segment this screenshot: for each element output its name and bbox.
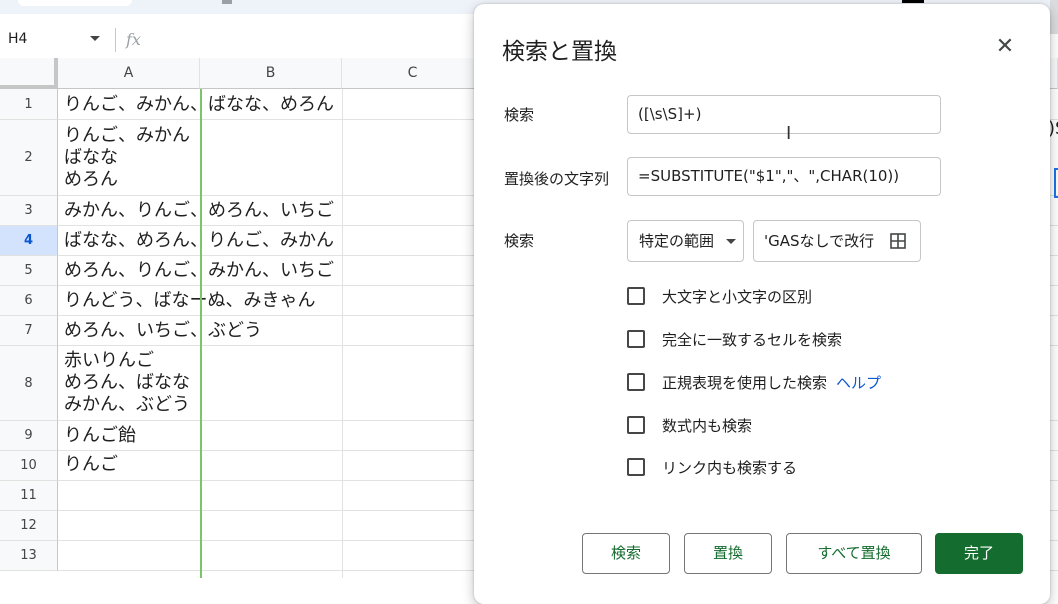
replace-input[interactable]: =SUBSTITUTE("$1","、",CHAR(10)) bbox=[627, 157, 941, 196]
checkbox[interactable] bbox=[627, 416, 645, 434]
column-divider bbox=[342, 89, 343, 578]
chevron-down-icon bbox=[726, 239, 736, 244]
toolbar-search-pill[interactable] bbox=[18, 0, 132, 6]
option-label: リンク内も検索する bbox=[662, 458, 798, 477]
cell-a3[interactable]: みかん、りんご、めろん、いちご bbox=[64, 200, 334, 222]
cell-a7[interactable]: めろん、いちご、ぶどう bbox=[64, 320, 262, 342]
row-header-6[interactable]: 6 bbox=[0, 286, 58, 316]
option-label: 大文字と小文字の区別 bbox=[662, 287, 813, 306]
option-label: 完全に一致するセルを検索 bbox=[662, 330, 843, 349]
option-match-entire-cell[interactable]: 完全に一致するセルを検索 bbox=[627, 328, 842, 350]
row-header-11[interactable]: 11 bbox=[0, 481, 58, 511]
select-all-corner[interactable] bbox=[0, 58, 58, 89]
find-button[interactable]: 検索 bbox=[582, 533, 670, 574]
row-header-10[interactable]: 10 bbox=[0, 451, 58, 481]
row-header-7[interactable]: 7 bbox=[0, 316, 58, 346]
row-header-8[interactable]: 8 bbox=[0, 346, 58, 421]
option-search-links[interactable]: リンク内も検索する bbox=[627, 456, 797, 478]
scope-label: 検索 bbox=[504, 232, 535, 250]
cell-a10[interactable]: りんご bbox=[64, 454, 118, 476]
row-header-4[interactable]: 4 bbox=[0, 226, 58, 256]
checkbox[interactable] bbox=[627, 330, 645, 348]
scope-select[interactable]: 特定の範囲 bbox=[627, 220, 744, 262]
cell-a2[interactable]: りんご、みかん ばなな めろん bbox=[64, 125, 190, 191]
option-search-formulas[interactable]: 数式内も検索 bbox=[627, 414, 752, 436]
range-input[interactable]: 'GASなしで改行 bbox=[753, 220, 921, 262]
replace-button[interactable]: 置換 bbox=[684, 533, 772, 574]
replace-label: 置換後の文字列 bbox=[504, 170, 610, 188]
row-header-3[interactable]: 3 bbox=[0, 196, 58, 226]
checkbox[interactable] bbox=[627, 287, 645, 305]
toolbar-icon[interactable] bbox=[222, 0, 232, 4]
chevron-down-icon[interactable] bbox=[90, 36, 100, 41]
scrollbar[interactable] bbox=[1050, 0, 1058, 34]
cell-a6[interactable]: りんどう、ばなーぬ、みきゃん bbox=[64, 290, 315, 312]
selected-cell-edge[interactable] bbox=[1054, 168, 1058, 198]
option-label: 数式内も検索 bbox=[662, 416, 753, 435]
cell-a9[interactable]: りんご飴 bbox=[64, 425, 136, 447]
cell-a4[interactable]: ばなな、めろん、りんご、みかん bbox=[64, 230, 334, 252]
text-color-icon[interactable] bbox=[902, 0, 924, 3]
select-range-icon[interactable] bbox=[890, 233, 906, 249]
fx-icon: fx bbox=[126, 30, 141, 49]
find-label: 検索 bbox=[504, 106, 535, 124]
row-header-12[interactable]: 12 bbox=[0, 511, 58, 541]
dialog-title: 検索と置換 bbox=[502, 39, 617, 65]
cell-a1[interactable]: りんご、みかん、ばなな、めろん bbox=[64, 94, 334, 116]
checkbox[interactable] bbox=[627, 458, 645, 476]
text-cursor-icon: I bbox=[786, 123, 792, 144]
row-header-1[interactable]: 1 bbox=[0, 89, 58, 120]
help-link[interactable]: ヘルプ bbox=[836, 372, 881, 393]
cell-a5[interactable]: めろん、りんご、みかん、いちご bbox=[64, 260, 334, 282]
option-label: 正規表現を使用した検索 bbox=[662, 373, 828, 392]
find-input[interactable]: ([\s\S]+) bbox=[627, 95, 941, 134]
row-header-5[interactable]: 5 bbox=[0, 256, 58, 286]
option-match-case[interactable]: 大文字と小文字の区別 bbox=[627, 285, 812, 307]
option-regex[interactable]: 正規表現を使用した検索 ヘルプ bbox=[627, 371, 881, 393]
done-button[interactable]: 完了 bbox=[935, 533, 1023, 574]
row-header-2[interactable]: 2 bbox=[0, 120, 58, 196]
checkbox[interactable] bbox=[627, 373, 645, 391]
column-header-b[interactable]: B bbox=[200, 58, 342, 89]
close-icon[interactable]: ✕ bbox=[994, 36, 1016, 58]
divider bbox=[115, 28, 116, 52]
column-header-c[interactable]: C bbox=[342, 58, 484, 89]
scope-select-value: 特定の範囲 bbox=[639, 232, 715, 250]
column-guide-line bbox=[200, 89, 202, 578]
find-replace-dialog: 検索と置換 ✕ 検索 ([\s\S]+) I 置換後の文字列 =SUBSTITU… bbox=[474, 4, 1050, 604]
name-box[interactable]: H4 bbox=[8, 31, 27, 47]
replace-all-button[interactable]: すべて置換 bbox=[786, 533, 922, 574]
cell-a8[interactable]: 赤いりんご めろん、ばなな みかん、ぶどう bbox=[64, 350, 190, 416]
row-header-13[interactable]: 13 bbox=[0, 541, 58, 571]
range-value: 'GASなしで改行 bbox=[764, 232, 875, 250]
row-header-9[interactable]: 9 bbox=[0, 421, 58, 451]
column-header-a[interactable]: A bbox=[58, 58, 200, 89]
